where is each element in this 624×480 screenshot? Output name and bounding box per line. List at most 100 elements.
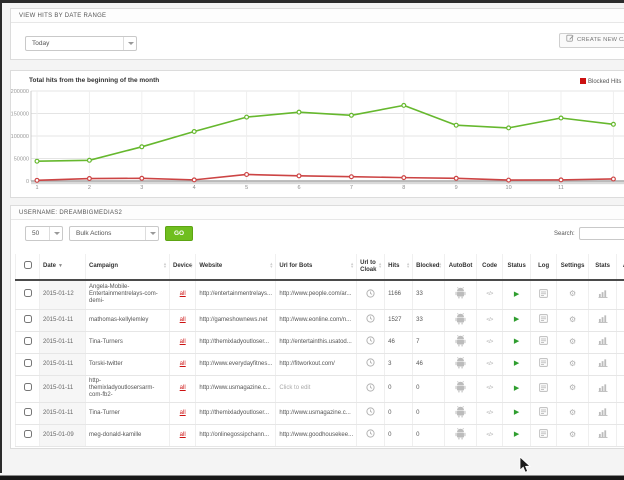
go-button[interactable]: GO (165, 226, 193, 241)
status-play-icon[interactable]: ▶ (514, 385, 519, 393)
col-hits[interactable]: Hits▲▼ (385, 254, 413, 280)
cell-stats (589, 375, 617, 402)
date-range-select[interactable]: Today (25, 36, 137, 51)
col-stats: Stats (589, 254, 617, 280)
cell-stats (589, 280, 617, 309)
device-link[interactable]: all (180, 361, 186, 367)
settings-gear-icon[interactable]: ⚙ (569, 409, 576, 418)
device-link[interactable]: all (180, 385, 186, 391)
settings-gear-icon[interactable]: ⚙ (569, 360, 576, 369)
stats-chart-icon[interactable] (598, 429, 608, 441)
status-play-icon[interactable]: ▶ (514, 316, 519, 324)
status-play-icon[interactable]: ▶ (514, 431, 519, 439)
autobot-android-icon[interactable] (455, 381, 466, 396)
cell-select (16, 353, 40, 375)
col-device[interactable]: Device▲▼ (170, 254, 196, 280)
row-checkbox[interactable] (24, 289, 32, 297)
hits-line-chart: 0500001000001500002000001234567891011 (11, 73, 624, 195)
cell-campaign: Tina-Turners (86, 331, 170, 353)
bulk-actions-select[interactable]: Bulk Actions (69, 226, 159, 241)
autobot-android-icon[interactable] (455, 357, 466, 372)
cell-hits: 0 (385, 424, 413, 446)
code-icon[interactable]: </> (486, 339, 492, 346)
log-icon[interactable] (539, 336, 548, 348)
col-url-to-cloak[interactable]: Url to Cloak▲▼ (357, 254, 385, 280)
cell-settings: ⚙ (557, 402, 589, 424)
row-checkbox[interactable] (24, 359, 32, 367)
autobot-android-icon[interactable] (455, 313, 466, 328)
cell-autobot (445, 375, 477, 402)
stats-chart-icon[interactable] (598, 336, 608, 348)
col-blocked[interactable]: Blocked▲▼ (413, 254, 445, 280)
col-campaign[interactable]: Campaign▲▼ (86, 254, 170, 280)
code-icon[interactable]: </> (486, 317, 492, 324)
stats-chart-icon[interactable] (598, 289, 608, 301)
table-header-row: Date▼Campaign▲▼Device▲▼Website▲▼Url for … (16, 254, 624, 280)
create-campaign-button[interactable]: CREATE NEW CAMPAIGN (559, 33, 624, 48)
status-play-icon[interactable]: ▶ (514, 360, 519, 368)
cell-status: ▶ (503, 402, 531, 424)
code-icon[interactable]: </> (486, 291, 492, 298)
col-url-for-bots[interactable]: Url for Bots▲▼ (276, 254, 357, 280)
device-link[interactable]: all (180, 410, 186, 416)
status-play-icon[interactable]: ▶ (514, 291, 519, 299)
row-checkbox[interactable] (24, 408, 32, 416)
chevron-down-icon (123, 37, 136, 50)
log-icon[interactable] (539, 383, 548, 395)
settings-gear-icon[interactable]: ⚙ (569, 338, 576, 347)
row-checkbox[interactable] (24, 315, 32, 323)
code-icon[interactable]: </> (486, 385, 492, 392)
settings-gear-icon[interactable]: ⚙ (569, 316, 576, 325)
date-range-select-value: Today (32, 40, 49, 47)
code-icon[interactable]: </> (486, 410, 492, 417)
svg-text:5: 5 (245, 185, 248, 191)
sort-icon: ▲▼ (350, 262, 354, 268)
cell-website: http://themixladyoutloser... (196, 402, 276, 424)
settings-gear-icon[interactable]: ⚙ (569, 384, 576, 393)
cloak-clock-icon (366, 289, 375, 301)
device-link[interactable]: all (180, 339, 186, 345)
autobot-android-icon[interactable] (455, 335, 466, 350)
log-icon[interactable] (539, 429, 548, 441)
col-date[interactable]: Date▼ (40, 254, 86, 280)
device-link[interactable]: all (180, 317, 186, 323)
page-size-select[interactable]: 50 (25, 226, 63, 241)
stats-chart-icon[interactable] (598, 407, 608, 419)
cell-log (531, 375, 557, 402)
select-all-checkbox[interactable] (24, 261, 32, 269)
device-link[interactable]: all (180, 432, 186, 438)
cell-stats (589, 331, 617, 353)
stats-chart-icon[interactable] (598, 358, 608, 370)
device-link[interactable]: all (180, 291, 186, 297)
cell-url-to-cloak (357, 375, 385, 402)
stats-chart-icon[interactable] (598, 314, 608, 326)
log-icon[interactable] (539, 314, 548, 326)
svg-text:150000: 150000 (11, 112, 29, 118)
cell-campaign: Tina-Turner (86, 402, 170, 424)
autobot-android-icon[interactable] (455, 406, 466, 421)
log-icon[interactable] (539, 407, 548, 419)
cell-device: all (170, 375, 196, 402)
cell-code: </> (477, 309, 503, 331)
cell-device: all (170, 402, 196, 424)
cell-url-to-cloak (357, 280, 385, 309)
code-icon[interactable]: </> (486, 361, 492, 368)
row-checkbox[interactable] (24, 383, 32, 391)
settings-gear-icon[interactable]: ⚙ (569, 290, 576, 299)
log-icon[interactable] (539, 289, 548, 301)
autobot-android-icon[interactable] (455, 287, 466, 302)
row-checkbox[interactable] (24, 337, 32, 345)
settings-gear-icon[interactable]: ⚙ (569, 431, 576, 440)
svg-text:6: 6 (297, 185, 300, 191)
row-checkbox[interactable] (24, 430, 32, 438)
search-input[interactable] (579, 227, 624, 240)
sort-icon: ▲▼ (406, 262, 410, 268)
code-icon[interactable]: </> (486, 432, 492, 439)
col-website[interactable]: Website▲▼ (196, 254, 276, 280)
svg-text:100000: 100000 (11, 134, 29, 140)
log-icon[interactable] (539, 358, 548, 370)
stats-chart-icon[interactable] (598, 383, 608, 395)
autobot-android-icon[interactable] (455, 428, 466, 443)
status-play-icon[interactable]: ▶ (514, 409, 519, 417)
status-play-icon[interactable]: ▶ (514, 338, 519, 346)
